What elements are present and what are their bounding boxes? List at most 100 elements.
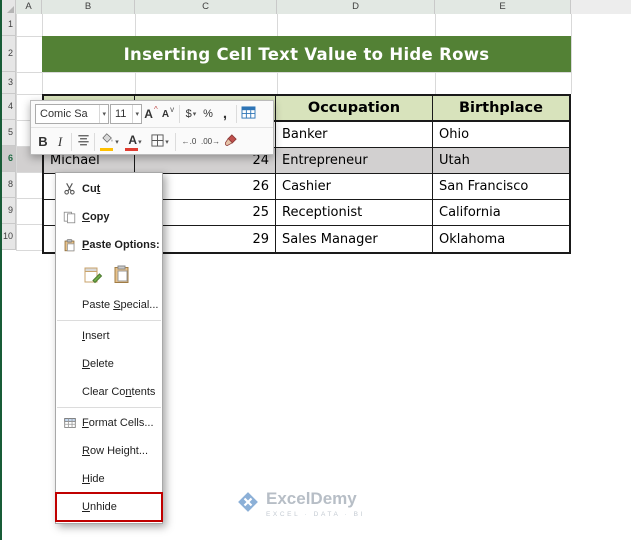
row-header-10[interactable]: 10 (2, 224, 16, 250)
fill-color-button[interactable]: ▾ (98, 131, 122, 152)
menu-separator (57, 320, 161, 321)
table-cell[interactable]: Oklahoma (433, 226, 569, 252)
table-cell[interactable]: Banker (276, 122, 433, 148)
gridline (16, 250, 42, 251)
menu-item-delete[interactable]: Delete (56, 350, 162, 378)
font-size-value: 11 (115, 108, 127, 120)
paste-options-row (56, 259, 162, 291)
chevron-down-icon: ▾ (138, 138, 142, 146)
chevron-down-icon: ▾ (192, 111, 197, 118)
row-header-6-selected[interactable]: 6 (2, 146, 16, 172)
menu-item-label: Format Cells... (82, 417, 154, 429)
table-cell[interactable]: San Francisco (433, 174, 569, 200)
column-header-b[interactable]: B (42, 0, 135, 14)
grow-font-letter: A (144, 107, 153, 121)
menu-item-copy[interactable]: Copy (56, 203, 162, 231)
column-header-e[interactable]: E (435, 0, 571, 14)
table-cell[interactable]: California (433, 200, 569, 226)
decrease-decimal-button[interactable]: .00→ (200, 131, 221, 152)
copy-icon (62, 210, 77, 225)
menu-item-clear-contents[interactable]: Clear Contents (56, 378, 162, 406)
menu-item-label: Unhide (82, 501, 117, 513)
table-cell[interactable]: Entrepreneur (276, 148, 433, 174)
context-menu: Cut Copy Paste Options: Paste Special...… (55, 172, 163, 524)
bold-button[interactable]: B (35, 131, 51, 152)
menu-item-label: Paste Options: (82, 239, 160, 251)
chevron-down-icon: ▾ (165, 138, 169, 146)
row-header-3[interactable]: 3 (2, 72, 16, 94)
grow-font-button[interactable]: A ^ (143, 104, 159, 125)
paste-keep-formatting-button[interactable] (82, 264, 104, 286)
fill-color-bar (100, 148, 113, 151)
increase-decimal-button[interactable]: ←.0 (179, 131, 199, 152)
percent-style-button[interactable]: % (200, 104, 216, 125)
menu-item-paste-special[interactable]: Paste Special... (56, 291, 162, 319)
format-cells-icon (62, 416, 77, 431)
select-all-corner[interactable] (2, 0, 16, 14)
comma-icon: , (222, 105, 228, 122)
font-color-button[interactable]: A ▾ (123, 131, 147, 152)
accounting-format-button[interactable]: $ ▾ (183, 104, 199, 125)
menu-item-cut[interactable]: Cut (56, 175, 162, 203)
row-header-5[interactable]: 5 (2, 120, 16, 146)
paste-values-button[interactable] (111, 264, 133, 286)
format-painter-button[interactable] (222, 131, 238, 152)
toolbar-separator (71, 132, 72, 151)
font-name-select[interactable]: Comic Sa ▾ (35, 104, 109, 124)
exceldemy-logo-icon (236, 490, 260, 519)
menu-item-label: Delete (82, 358, 114, 370)
menu-separator (57, 407, 161, 408)
menu-item-row-height[interactable]: Row Height... (56, 437, 162, 465)
table-cell[interactable]: Sales Manager (276, 226, 433, 252)
table-header-cell-birthplace[interactable]: Birthplace (433, 96, 569, 122)
toolbar-separator (175, 132, 176, 151)
borders-button[interactable]: ▾ (148, 131, 172, 152)
table-cell[interactable]: Utah (433, 148, 569, 174)
menu-item-label: Insert (82, 330, 110, 342)
italic-button[interactable]: I (52, 131, 68, 152)
center-align-button[interactable] (75, 131, 91, 152)
menu-item-insert[interactable]: Insert (56, 322, 162, 350)
gridline (16, 198, 42, 199)
menu-item-label: Clear Contents (82, 386, 156, 398)
menu-item-unhide[interactable]: Unhide (55, 492, 163, 522)
row-header-1[interactable]: 1 (2, 14, 16, 36)
gridline (16, 14, 17, 250)
clipboard-icon (62, 238, 77, 253)
table-header-cell-occupation[interactable]: Occupation (276, 96, 433, 122)
column-header-a[interactable]: A (16, 0, 42, 14)
row-header-8[interactable]: 8 (2, 172, 16, 198)
italic-letter: I (57, 133, 63, 149)
menu-item-label: Row Height... (82, 445, 149, 457)
title-banner-cell[interactable]: Inserting Cell Text Value to Hide Rows (42, 36, 571, 72)
table-cell[interactable]: Cashier (276, 174, 433, 200)
column-header-c[interactable]: C (135, 0, 277, 14)
gridline (16, 72, 571, 73)
row-header-4[interactable]: 4 (2, 94, 16, 120)
row-header-2[interactable]: 2 (2, 36, 16, 72)
gridline (16, 172, 42, 173)
font-name-value: Comic Sa (40, 108, 88, 120)
excel-window: A B C D E 1 2 3 4 5 6 8 9 10 Inserting C… (0, 0, 631, 540)
menu-item-paste-options[interactable]: Paste Options: (56, 231, 162, 259)
font-color-bar (125, 148, 138, 151)
menu-item-hide[interactable]: Hide (56, 465, 162, 493)
watermark-brand: ExcelDemy (266, 489, 357, 508)
chevron-down-icon[interactable]: ▾ (132, 105, 139, 123)
format-as-table-button[interactable] (240, 104, 257, 125)
toolbar-separator (179, 105, 180, 123)
format-painter-brush-icon (224, 133, 237, 150)
comma-style-button[interactable]: , (217, 104, 233, 125)
gridline (571, 14, 572, 94)
bold-letter: B (38, 134, 48, 149)
font-size-select[interactable]: 11 ▾ (110, 104, 142, 124)
table-cell[interactable]: Receptionist (276, 200, 433, 226)
table-cell[interactable]: Ohio (433, 122, 569, 148)
menu-item-label: Hide (82, 473, 105, 485)
column-header-d[interactable]: D (277, 0, 435, 14)
chevron-down-icon[interactable]: ▾ (99, 105, 106, 123)
row-header-9[interactable]: 9 (2, 198, 16, 224)
menu-item-label: Copy (82, 211, 110, 223)
menu-item-format-cells[interactable]: Format Cells... (56, 409, 162, 437)
shrink-font-button[interactable]: Av (160, 104, 176, 125)
